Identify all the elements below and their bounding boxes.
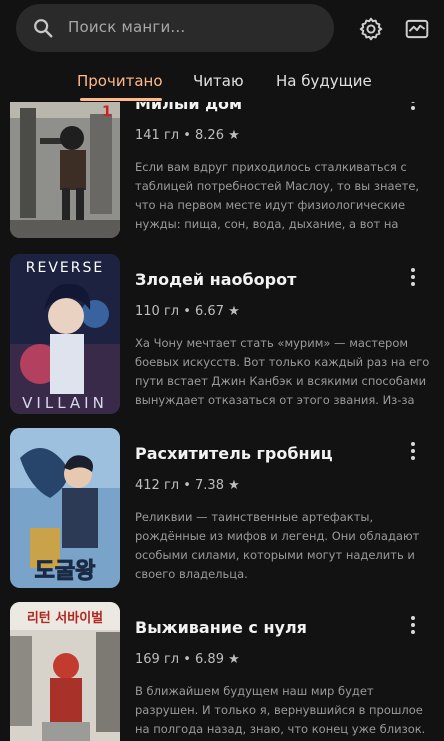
manga-list: 1 Милый дом 141 гл • 8.26 ★ Если вам вдр… [0,102,444,741]
more-options-icon[interactable] [406,442,420,464]
manga-description: Если вам вдруг приходилось сталкиваться … [135,160,420,231]
cover-text-bottom: 도굴왕 [35,559,96,584]
manga-title: Милый дом [135,102,243,113]
manga-meta: 110 гл • 6.67 ★ [135,304,240,319]
cover-text-top: REVERSE [26,260,104,276]
manga-description: В ближайшем будущем наш мир будет разруш… [135,684,426,736]
cover-image: 도굴왕 [10,428,120,588]
tab-reading[interactable]: Читаю [193,72,244,90]
manga-meta: 412 гл • 7.38 ★ [135,478,240,493]
more-options-icon[interactable] [406,102,420,114]
search-input[interactable]: Поиск манги... [68,18,185,36]
settings-gear-icon[interactable] [358,16,384,42]
tab-read[interactable]: Прочитано [77,72,163,90]
more-options-icon[interactable] [406,268,420,290]
cover-image: 리턴 서바이벌 [10,602,120,741]
more-options-icon[interactable] [406,616,420,638]
manga-description: Ха Чону мечтает стать «мурим» — мастером… [135,336,430,407]
cover-text-top: 리턴 서바이벌 [27,610,103,626]
active-tab-indicator [80,98,162,101]
cover-image: REVERSE VILLAIN [10,254,120,414]
list-item[interactable]: 1 Милый дом 141 гл • 8.26 ★ Если вам вдр… [0,102,444,238]
list-item[interactable]: 리턴 서바이벌 Выживание с нуля 169 гл • 6.89 ★… [0,602,444,741]
cover-image: 1 [10,102,120,238]
manga-description: Реликвии — таинственные артефакты, рождё… [135,510,420,581]
manga-meta: 141 гл • 8.26 ★ [135,128,240,143]
search-bar[interactable]: Поиск манги... [16,4,334,52]
list-item[interactable]: REVERSE VILLAIN Злодей наоборот 110 гл •… [0,254,444,414]
trending-chart-icon[interactable] [404,16,430,42]
cover-art-return-survival: 리턴 서바이벌 [10,602,120,741]
cover-art-tomb-raider-king: 도굴왕 [10,428,120,588]
tab-planned[interactable]: На будущие [276,72,372,90]
manga-meta: 169 гл • 6.89 ★ [135,652,240,667]
svg-text:1: 1 [102,104,112,120]
manga-title: Злодей наоборот [135,270,297,289]
manga-title: Выживание с нуля [135,618,307,637]
top-bar: Поиск манги... [0,0,444,60]
manga-title: Расхититель гробниц [135,444,333,463]
cover-text-bottom: VILLAIN [22,394,108,412]
cover-art-reverse-villain: REVERSE VILLAIN [10,254,120,414]
search-icon [34,19,53,38]
list-item[interactable]: 도굴왕 Расхититель гробниц 412 гл • 7.38 ★ … [0,428,444,588]
tab-bar: Прочитано Читаю На будущие [0,62,444,102]
cover-art-sweet-home: 1 [10,102,120,238]
